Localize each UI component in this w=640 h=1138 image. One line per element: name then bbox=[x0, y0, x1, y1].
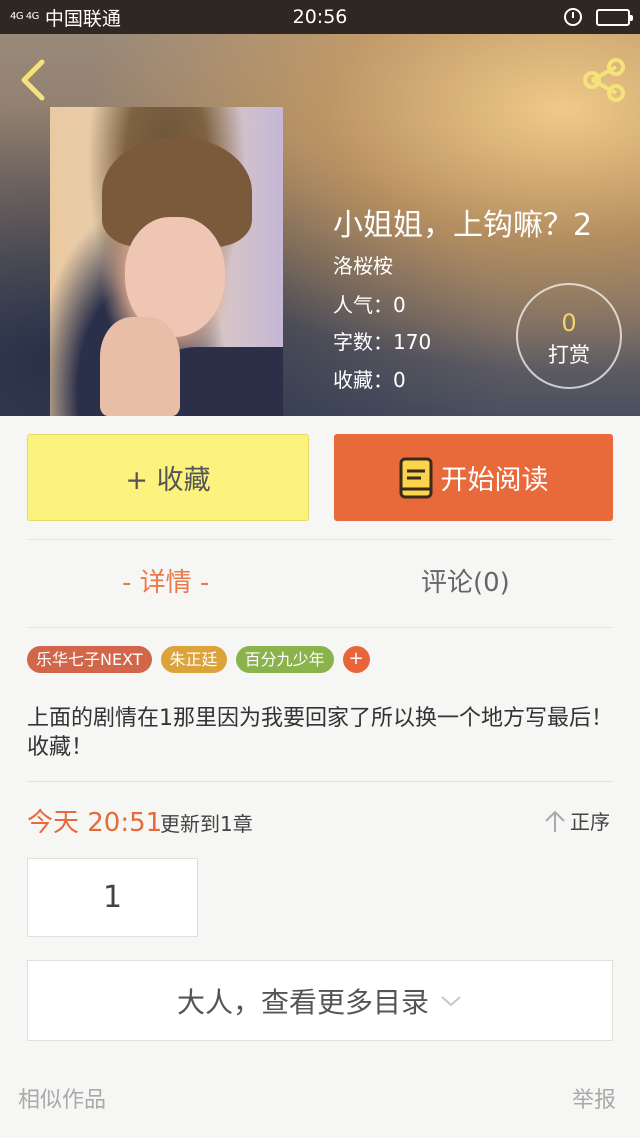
chapter-item[interactable]: 1 bbox=[27, 858, 198, 937]
carrier-name: 中国联通 bbox=[44, 7, 121, 30]
word-count-stat: 字数：170 bbox=[333, 330, 432, 354]
tab-comments[interactable]: 评论(0) bbox=[421, 562, 510, 599]
tag-item[interactable]: 朱正廷 bbox=[160, 646, 227, 673]
more-toc-label: 大人，查看更多目录 bbox=[176, 985, 429, 1019]
chapter-number: 1 bbox=[102, 880, 123, 915]
alarm-icon bbox=[564, 8, 582, 26]
book-header: 小姐姐，上钩嘛？2 洛桜桉 人气：0 字数：170 收藏：0 0 打赏 bbox=[0, 34, 640, 416]
chevron-down-icon bbox=[441, 995, 461, 1006]
status-bar: 4G 4G 中国联通 20:56 bbox=[0, 0, 640, 34]
favorite-label: + 收藏 bbox=[125, 465, 211, 496]
tab-detail[interactable]: - 详情 - bbox=[122, 562, 209, 599]
tag-list: 乐华七子NEXT 朱正廷 百分九少年 + bbox=[27, 646, 370, 673]
battery-icon bbox=[596, 8, 633, 26]
status-right bbox=[564, 8, 633, 26]
network-indicator: 4G 4G bbox=[10, 11, 39, 22]
add-tag-button[interactable]: + bbox=[342, 646, 370, 673]
share-icon bbox=[583, 58, 625, 102]
divider bbox=[27, 539, 613, 540]
sort-order-button[interactable]: 正序 bbox=[544, 806, 610, 835]
popularity-stat: 人气：0 bbox=[333, 293, 406, 317]
status-left: 4G 4G 中国联通 bbox=[10, 4, 121, 31]
tip-button[interactable]: 0 打赏 bbox=[516, 283, 622, 389]
tip-count: 0 bbox=[561, 309, 577, 337]
similar-works-heading: 相似作品 bbox=[18, 1088, 107, 1113]
divider bbox=[27, 781, 613, 782]
start-reading-button[interactable]: 开始阅读 bbox=[334, 434, 613, 521]
favorites-stat: 收藏：0 bbox=[333, 368, 406, 392]
tip-label: 打赏 bbox=[548, 343, 590, 367]
update-time: 今天 20:51 bbox=[27, 808, 163, 838]
arrow-up-icon bbox=[545, 810, 565, 832]
book-icon bbox=[399, 457, 432, 498]
divider bbox=[27, 627, 613, 628]
share-button[interactable] bbox=[580, 56, 628, 104]
view-more-toc-button[interactable]: 大人，查看更多目录 bbox=[27, 960, 613, 1041]
report-link[interactable]: 举报 bbox=[572, 1082, 616, 1114]
book-author[interactable]: 洛桜桉 bbox=[333, 250, 393, 279]
add-to-favorites-button[interactable]: + 收藏 bbox=[27, 434, 309, 521]
read-label: 开始阅读 bbox=[440, 465, 549, 496]
tag-item[interactable]: 百分九少年 bbox=[235, 646, 334, 673]
back-button[interactable] bbox=[14, 56, 54, 104]
book-title: 小姐姐，上钩嘛？2 bbox=[333, 208, 593, 243]
book-cover-image bbox=[50, 107, 283, 416]
sort-label: 正序 bbox=[570, 810, 610, 834]
book-description: 上面的剧情在1那里因为我要回家了所以换一个地方写最后！收藏！ bbox=[27, 706, 613, 760]
back-arrow-icon bbox=[21, 59, 45, 101]
update-status: 更新到1章 bbox=[160, 812, 253, 836]
tag-item[interactable]: 乐华七子NEXT bbox=[27, 646, 152, 673]
